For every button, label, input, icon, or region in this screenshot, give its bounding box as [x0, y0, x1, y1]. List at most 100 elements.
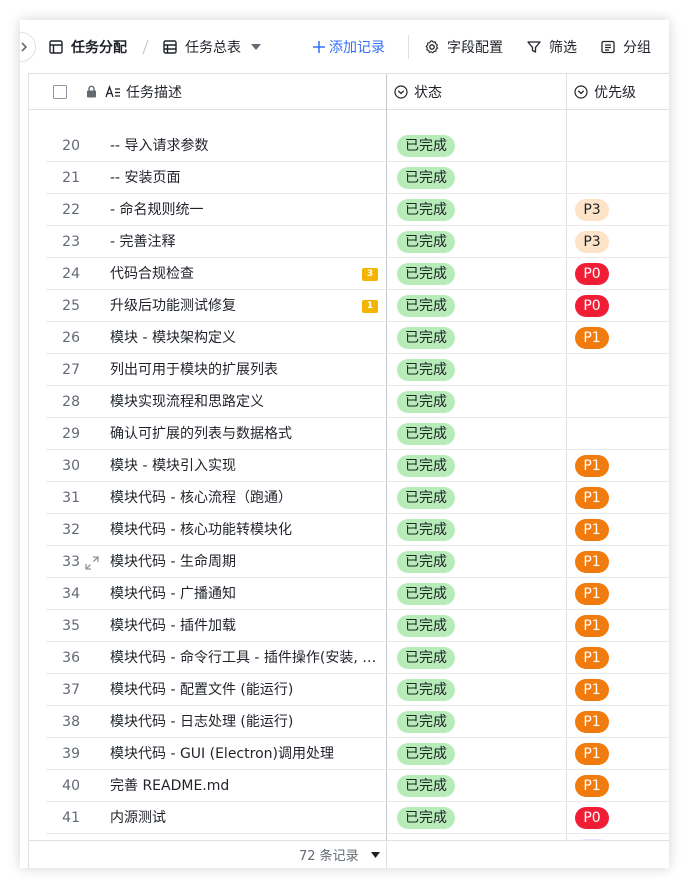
cell-description[interactable]: - 完善注释 [110, 226, 380, 258]
cell-description[interactable]: 模块 - 模块引入实现 [110, 450, 380, 482]
cell-description[interactable]: 模块 - 模块架构定义 [110, 322, 380, 354]
table-row[interactable]: 20 -- 导入请求参数 已完成 [29, 130, 669, 162]
table-row[interactable]: 31 模块代码 - 核心流程（跑通） 已完成 P1 [29, 482, 669, 514]
table-row[interactable]: 32 模块代码 - 核心功能转模块化 已完成 P1 [29, 514, 669, 546]
cell-description[interactable]: 模块代码 - 日志处理 (能运行) [110, 706, 380, 738]
table-row[interactable]: 23 - 完善注释 已完成 P3 [29, 226, 669, 258]
priority-badge[interactable]: P1 [575, 615, 609, 637]
table-row[interactable]: 33 模块代码 - 生命周期 已完成 P1 [29, 546, 669, 578]
status-badge[interactable]: 已完成 [397, 615, 455, 637]
table-row[interactable]: 35 模块代码 - 插件加载 已完成 P1 [29, 610, 669, 642]
cell-description[interactable]: 代码合规检查 [110, 258, 380, 290]
table-row[interactable]: 21 -- 安装页面 已完成 [29, 162, 669, 194]
cell-description[interactable]: 模块代码 - 插件加载 [110, 610, 380, 642]
table-row[interactable]: 24 代码合规检查 3 已完成 P0 [29, 258, 669, 290]
table-row[interactable]: 41 内源测试 已完成 P0 [29, 802, 669, 834]
group-button[interactable]: 分组 [601, 20, 651, 73]
cell-description[interactable]: 模块代码 - 命令行工具 - 插件操作(安装, … [110, 642, 380, 674]
priority-badge[interactable]: P1 [575, 519, 609, 541]
comment-count-badge[interactable]: 3 [362, 268, 378, 281]
priority-badge[interactable]: P1 [575, 455, 609, 477]
cell-description[interactable]: 模块实现流程和思路定义 [110, 386, 380, 418]
table-row[interactable]: 39 模块代码 - GUI (Electron)调用处理 已完成 P1 [29, 738, 669, 770]
status-badge[interactable]: 已完成 [397, 743, 455, 765]
priority-badge[interactable]: P1 [575, 551, 609, 573]
status-badge[interactable]: 已完成 [397, 455, 455, 477]
priority-badge[interactable]: P0 [575, 263, 609, 285]
status-badge[interactable]: 已完成 [397, 263, 455, 285]
table-row[interactable]: 37 模块代码 - 配置文件 (能运行) 已完成 P1 [29, 674, 669, 706]
status-badge[interactable]: 已完成 [397, 647, 455, 669]
tab-task-assign[interactable]: 任务分配 [49, 20, 127, 73]
status-badge[interactable]: 已完成 [397, 711, 455, 733]
cell-description[interactable]: 列出可用于模块的扩展列表 [110, 354, 380, 386]
table-row[interactable]: 28 模块实现流程和思路定义 已完成 [29, 386, 669, 418]
priority-badge[interactable]: P1 [575, 775, 609, 797]
status-badge[interactable]: 已完成 [397, 583, 455, 605]
table-row[interactable]: 29 确认可扩展的列表与数据格式 已完成 [29, 418, 669, 450]
cell-description[interactable]: - 命名规则统一 [110, 194, 380, 226]
column-header-status[interactable]: 状态 [394, 74, 442, 109]
status-badge[interactable]: 已完成 [397, 775, 455, 797]
priority-badge[interactable]: P1 [575, 487, 609, 509]
status-badge[interactable]: 已完成 [397, 807, 455, 829]
cell-description[interactable]: 模块代码 - 核心流程（跑通） [110, 482, 380, 514]
cell-description[interactable]: 模块代码 - 广播通知 [110, 578, 380, 610]
priority-badge[interactable]: P1 [575, 743, 609, 765]
cell-description[interactable]: 内源测试 [110, 802, 380, 834]
tab-task-table[interactable]: 任务总表 [163, 20, 261, 73]
column-header-priority[interactable]: 优先级 [574, 74, 636, 109]
priority-badge[interactable]: P1 [575, 327, 609, 349]
table-row[interactable]: 27 列出可用于模块的扩展列表 已完成 [29, 354, 669, 386]
priority-badge[interactable]: P3 [575, 199, 609, 221]
table-row[interactable]: 38 模块代码 - 日志处理 (能运行) 已完成 P1 [29, 706, 669, 738]
status-badge[interactable]: 已完成 [397, 359, 455, 381]
select-all-checkbox[interactable] [53, 74, 67, 109]
status-badge[interactable]: 已完成 [397, 135, 455, 157]
cell-description[interactable]: 完善 README.md [110, 770, 380, 802]
cell-description[interactable]: 升级后功能测试修复 [110, 290, 380, 322]
caret-down-icon[interactable] [251, 43, 261, 50]
priority-badge[interactable]: P0 [575, 295, 609, 317]
table-row[interactable]: 34 模块代码 - 广播通知 已完成 P1 [29, 578, 669, 610]
status-badge[interactable]: 已完成 [397, 199, 455, 221]
column-header-desc[interactable]: 任务描述 [105, 74, 182, 109]
status-badge[interactable]: 已完成 [397, 295, 455, 317]
table-row[interactable]: 40 完善 README.md 已完成 P1 [29, 770, 669, 802]
status-badge[interactable]: 已完成 [397, 391, 455, 413]
priority-badge[interactable]: P1 [575, 711, 609, 733]
row-number: 40 [62, 778, 80, 794]
cell-description[interactable]: 确认可扩展的列表与数据格式 [110, 418, 380, 450]
comment-count-badge[interactable]: 1 [362, 300, 378, 313]
priority-badge[interactable]: P3 [575, 231, 609, 253]
status-badge[interactable]: 已完成 [397, 231, 455, 253]
status-badge[interactable]: 已完成 [397, 167, 455, 189]
sidebar-toggle-button[interactable] [20, 32, 36, 62]
priority-badge[interactable]: P0 [575, 807, 609, 829]
status-badge[interactable]: 已完成 [397, 487, 455, 509]
filter-button[interactable]: 筛选 [527, 20, 577, 73]
status-badge[interactable]: 已完成 [397, 327, 455, 349]
cell-description[interactable]: -- 导入请求参数 [110, 130, 380, 162]
status-badge[interactable]: 已完成 [397, 423, 455, 445]
record-count[interactable]: 72 条记录 [299, 841, 380, 868]
status-badge[interactable]: 已完成 [397, 551, 455, 573]
cell-description[interactable]: 模块代码 - 配置文件 (能运行) [110, 674, 380, 706]
table-row[interactable]: 30 模块 - 模块引入实现 已完成 P1 [29, 450, 669, 482]
priority-badge[interactable]: P1 [575, 647, 609, 669]
cell-description[interactable]: 模块代码 - 核心功能转模块化 [110, 514, 380, 546]
priority-badge[interactable]: P1 [575, 679, 609, 701]
cell-description[interactable]: 模块代码 - GUI (Electron)调用处理 [110, 738, 380, 770]
table-row[interactable]: 22 - 命名规则统一 已完成 P3 [29, 194, 669, 226]
table-row[interactable]: 36 模块代码 - 命令行工具 - 插件操作(安装, … 已完成 P1 [29, 642, 669, 674]
field-config-button[interactable]: 字段配置 [425, 20, 503, 73]
status-badge[interactable]: 已完成 [397, 519, 455, 541]
expand-record-icon[interactable] [85, 555, 99, 574]
priority-badge[interactable]: P1 [575, 583, 609, 605]
status-badge[interactable]: 已完成 [397, 679, 455, 701]
cell-description[interactable]: 模块代码 - 生命周期 [110, 546, 380, 578]
table-row[interactable]: 25 升级后功能测试修复 1 已完成 P0 [29, 290, 669, 322]
add-record-button[interactable]: 添加记录 [313, 20, 385, 73]
table-row[interactable]: 26 模块 - 模块架构定义 已完成 P1 [29, 322, 669, 354]
cell-description[interactable]: -- 安装页面 [110, 162, 380, 194]
